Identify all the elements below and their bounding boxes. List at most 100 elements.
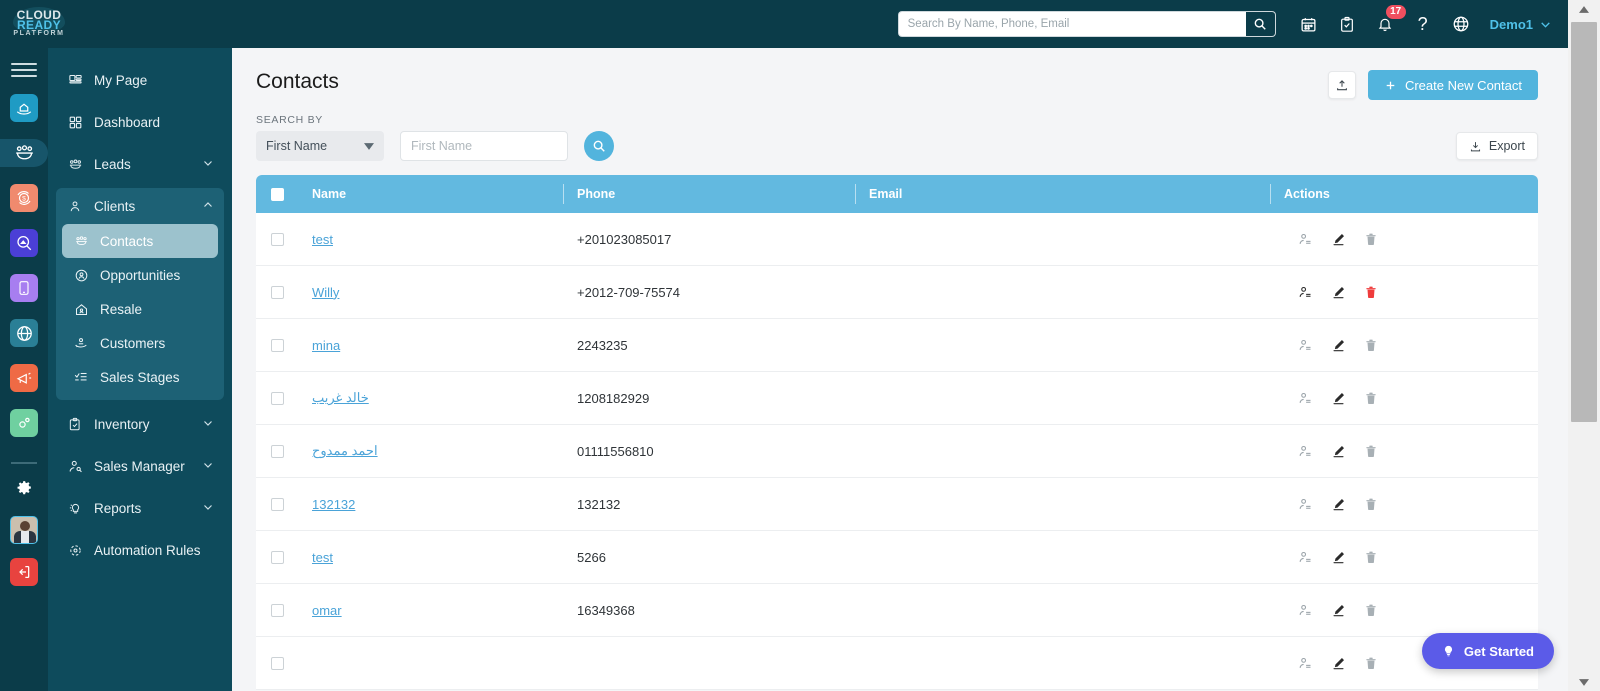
contact-name-link[interactable]: احمد ممدوح: [312, 443, 378, 459]
table-row[interactable]: omar 16349368: [256, 584, 1538, 637]
table-row[interactable]: [256, 637, 1538, 690]
sidebar-item-inventory[interactable]: Inventory: [56, 406, 224, 442]
edit-pencil-icon[interactable]: [1331, 603, 1346, 618]
rail-item-mobile-app[interactable]: [10, 274, 38, 302]
row-checkbox[interactable]: [270, 656, 284, 670]
table-row[interactable]: test +201023085017: [256, 213, 1538, 266]
table-row[interactable]: Willy +2012-709-75574: [256, 266, 1538, 319]
edit-pencil-icon[interactable]: [1331, 497, 1346, 512]
contact-name-link[interactable]: test: [312, 550, 333, 565]
sidebar-item-sales-stages[interactable]: Sales Stages: [62, 360, 218, 394]
export-button[interactable]: Export: [1455, 132, 1538, 160]
table-row[interactable]: mina 2243235: [256, 319, 1538, 372]
rail-item-settings-gears[interactable]: [10, 409, 38, 437]
rail-settings-button[interactable]: [15, 478, 34, 502]
sidebar-item-automation-rules[interactable]: Automation Rules: [56, 532, 224, 568]
sidebar-item-my-page[interactable]: My Page: [56, 62, 224, 98]
search-submit-button[interactable]: [584, 131, 614, 161]
sidebar-item-resale[interactable]: Resale: [62, 292, 218, 326]
rail-item-web[interactable]: [10, 319, 38, 347]
rail-item-team-group[interactable]: [0, 139, 48, 167]
delete-trash-icon[interactable]: [1364, 232, 1378, 247]
user-avatar[interactable]: [10, 516, 38, 544]
search-value-input[interactable]: [400, 131, 568, 161]
row-checkbox[interactable]: [270, 550, 284, 564]
delete-trash-icon[interactable]: [1364, 444, 1378, 459]
contact-name-link[interactable]: test: [312, 232, 333, 247]
convert-contact-icon[interactable]: [1298, 603, 1313, 618]
table-row[interactable]: احمد ممدوح 01111556810: [256, 425, 1538, 478]
row-checkbox[interactable]: [270, 497, 284, 511]
rail-item-search-property[interactable]: [10, 229, 38, 257]
sidebar-item-contacts[interactable]: Contacts: [62, 224, 218, 258]
global-search-input[interactable]: [897, 11, 1246, 37]
sidebar-item-leads[interactable]: Leads: [56, 146, 224, 182]
convert-contact-icon[interactable]: [1298, 444, 1313, 459]
user-menu[interactable]: Demo1: [1480, 0, 1568, 48]
help-button[interactable]: ?: [1404, 0, 1442, 48]
edit-pencil-icon[interactable]: [1331, 285, 1346, 300]
notifications-button[interactable]: 17: [1366, 0, 1406, 48]
scrollbar-thumb[interactable]: [1571, 22, 1597, 422]
contact-name-link[interactable]: mina: [312, 338, 340, 353]
convert-contact-icon[interactable]: [1298, 391, 1313, 406]
sidebar-item-dashboard[interactable]: Dashboard: [56, 104, 224, 140]
select-all-checkbox[interactable]: [270, 187, 284, 201]
convert-contact-icon[interactable]: [1298, 232, 1313, 247]
edit-pencil-icon[interactable]: [1331, 656, 1346, 671]
global-search-button[interactable]: [1245, 11, 1276, 37]
tasks-button[interactable]: [1328, 0, 1366, 48]
row-checkbox[interactable]: [270, 391, 284, 405]
rail-item-property-handover[interactable]: [10, 94, 38, 122]
sidebar-item-customers[interactable]: Customers: [62, 326, 218, 360]
sidebar-item-opportunities[interactable]: Opportunities: [62, 258, 218, 292]
row-checkbox[interactable]: [270, 232, 284, 246]
delete-trash-icon[interactable]: [1364, 656, 1378, 671]
browser-scrollbar[interactable]: [1568, 0, 1600, 691]
row-checkbox[interactable]: [270, 603, 284, 617]
table-row[interactable]: test 5266: [256, 531, 1538, 584]
scroll-up-arrow-icon[interactable]: [1568, 0, 1600, 18]
edit-pencil-icon[interactable]: [1331, 444, 1346, 459]
delete-trash-icon[interactable]: [1364, 338, 1378, 353]
column-header-email[interactable]: Email: [855, 175, 1270, 213]
delete-trash-icon[interactable]: [1364, 550, 1378, 565]
convert-contact-icon[interactable]: [1298, 497, 1313, 512]
contact-name-link[interactable]: Willy: [312, 285, 339, 300]
convert-contact-icon[interactable]: [1298, 550, 1313, 565]
table-row[interactable]: خالد غريب 1208182929: [256, 372, 1538, 425]
rail-item-resale[interactable]: $: [10, 184, 38, 212]
convert-contact-icon[interactable]: [1298, 656, 1313, 671]
sidebar-item-clients[interactable]: Clients: [56, 188, 224, 224]
delete-trash-icon[interactable]: [1364, 497, 1378, 512]
contact-name-link[interactable]: omar: [312, 603, 342, 618]
calendar-button[interactable]: [1290, 0, 1328, 48]
scroll-down-arrow-icon[interactable]: [1568, 673, 1600, 691]
rail-item-marketing[interactable]: [10, 364, 38, 392]
column-header-phone[interactable]: Phone: [563, 175, 855, 213]
column-header-name[interactable]: Name: [298, 175, 563, 213]
hamburger-menu-icon[interactable]: [11, 58, 37, 82]
table-row[interactable]: 132132 132132: [256, 478, 1538, 531]
row-checkbox[interactable]: [270, 338, 284, 352]
delete-trash-icon[interactable]: [1364, 285, 1378, 300]
contact-name-link[interactable]: 132132: [312, 497, 355, 512]
language-button[interactable]: [1442, 0, 1480, 48]
convert-contact-icon[interactable]: [1298, 338, 1313, 353]
get-started-button[interactable]: Get Started: [1421, 633, 1554, 669]
delete-trash-icon[interactable]: [1364, 391, 1378, 406]
edit-pencil-icon[interactable]: [1331, 338, 1346, 353]
logout-button[interactable]: [10, 558, 38, 586]
sidebar-item-reports[interactable]: Reports: [56, 490, 224, 526]
convert-contact-icon[interactable]: [1298, 285, 1313, 300]
create-new-contact-button[interactable]: Create New Contact: [1367, 70, 1538, 100]
delete-trash-icon[interactable]: [1364, 603, 1378, 618]
upload-button[interactable]: [1327, 71, 1356, 99]
search-field-select[interactable]: First Name: [256, 131, 384, 161]
sidebar-item-sales-manager[interactable]: Sales Manager: [56, 448, 224, 484]
row-checkbox[interactable]: [270, 444, 284, 458]
brand-logo[interactable]: CLOUD READY PLATFORM: [0, 0, 78, 48]
row-checkbox[interactable]: [270, 285, 284, 299]
edit-pencil-icon[interactable]: [1331, 391, 1346, 406]
edit-pencil-icon[interactable]: [1331, 550, 1346, 565]
